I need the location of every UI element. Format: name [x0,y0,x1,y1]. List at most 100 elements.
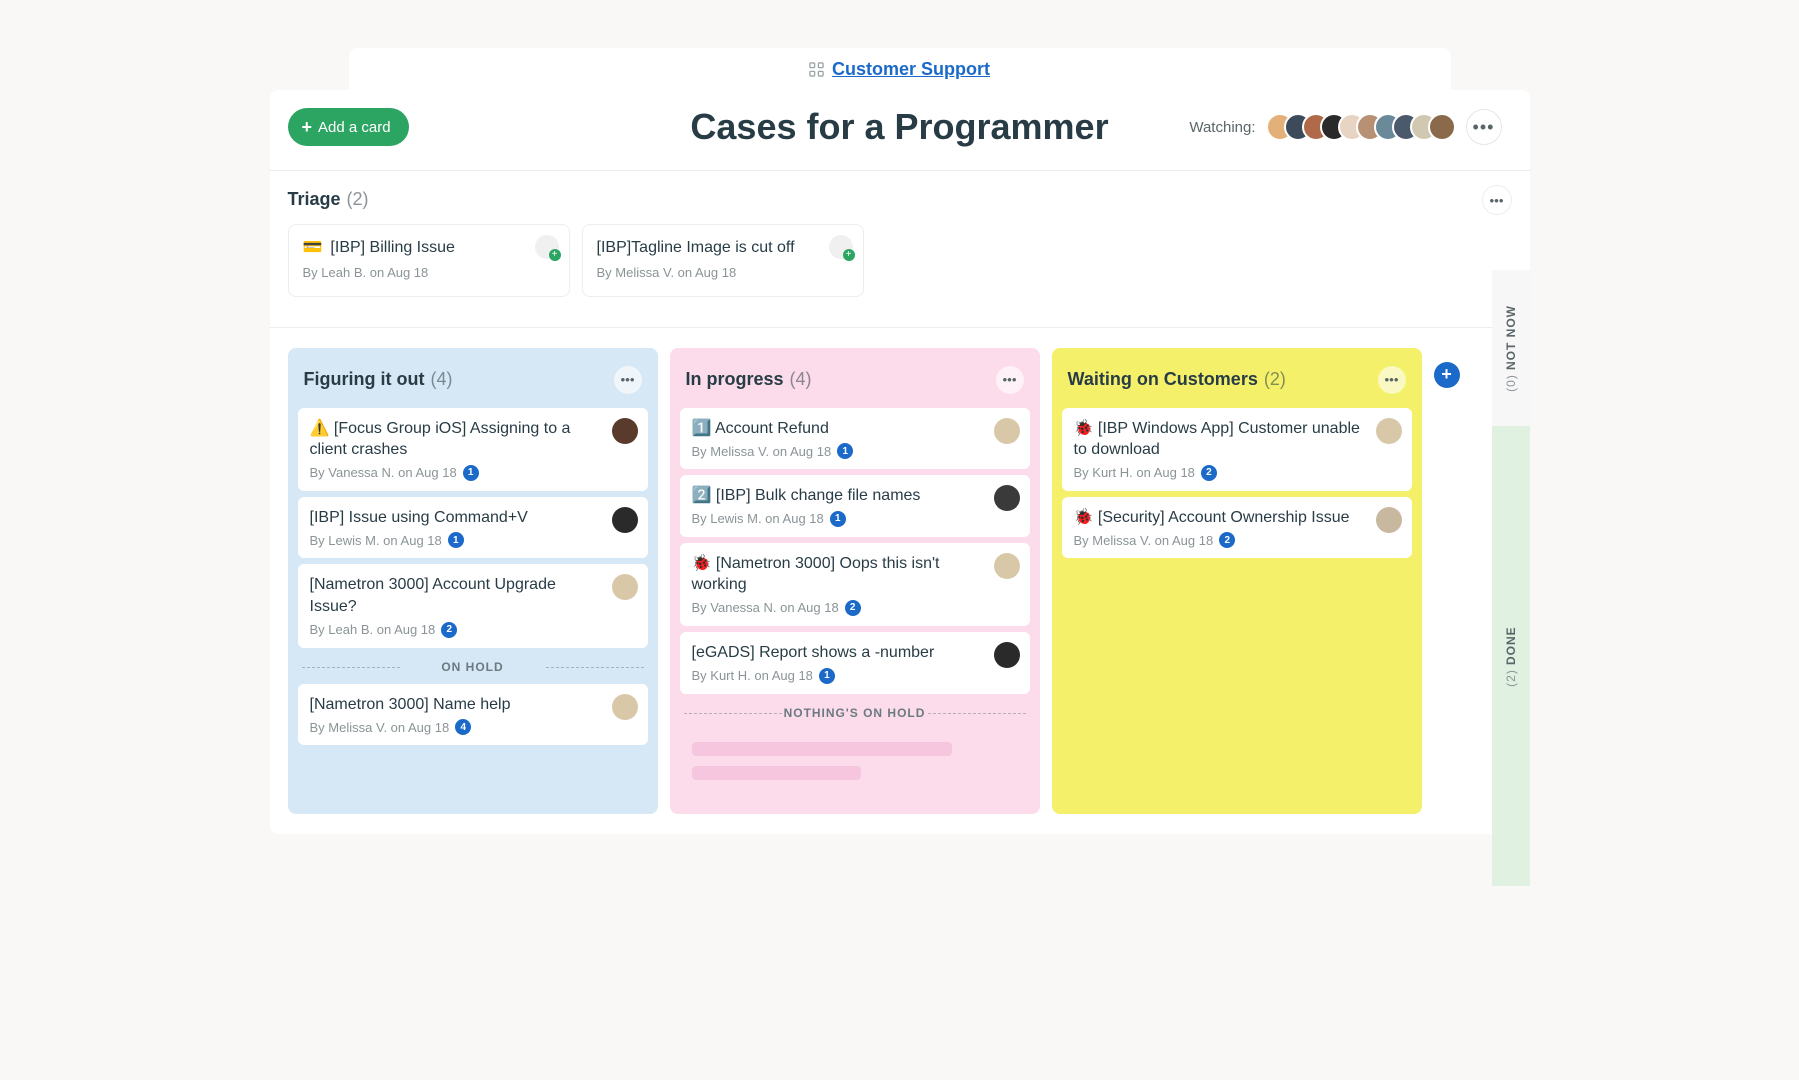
card-meta: By Melissa V. on Aug 18 1 [692,443,1018,459]
column-more-button[interactable]: ••• [1378,366,1406,394]
triage-cards: 💳 [IBP] Billing Issue By Leah B. on Aug … [288,224,1512,297]
board-header: + Add a card Cases for a Programmer Watc… [270,90,1530,170]
board-card[interactable]: [IBP] Issue using Command+V By Lewis M. … [298,497,648,559]
comment-count-badge: 4 [455,719,471,735]
board-card[interactable]: [eGADS] Report shows a -number By Kurt H… [680,632,1030,694]
rail-notnow-label: NOT NOW [1504,306,1518,371]
page-title: Cases for a Programmer [690,106,1108,148]
triage-more-button[interactable]: ••• [1482,185,1512,215]
triage-label-text: Triage [288,189,341,210]
nothing-on-hold-divider: NOTHING'S ON HOLD [680,706,1030,720]
avatar [612,574,638,600]
add-card-button[interactable]: + Add a card [288,108,409,146]
comment-count-badge: 1 [448,532,464,548]
avatar [1376,418,1402,444]
card-meta: By Lewis M. on Aug 18 1 [692,511,1018,527]
card-meta: By Melissa V. on Aug 18 2 [1074,532,1400,548]
triage-card[interactable]: 💳 [IBP] Billing Issue By Leah B. on Aug … [288,224,570,297]
grid-icon [809,62,824,77]
add-card-label: Add a card [318,119,391,136]
comment-count-badge: 2 [845,600,861,616]
rail-done[interactable]: (2) DONE [1492,426,1530,886]
column-pink: In progress(4) ••• 1️⃣ Account Refund By… [670,348,1040,814]
card-emoji-icon: 1️⃣ [692,420,712,437]
breadcrumb-link[interactable]: Customer Support [832,59,990,80]
card-emoji-icon: 2️⃣ [692,487,712,504]
card-meta: By Kurt H. on Aug 18 1 [692,668,1018,684]
comment-count-badge: 1 [819,668,835,684]
board-card[interactable]: [Nametron 3000] Account Upgrade Issue? B… [298,564,648,647]
placeholder [680,734,1030,798]
avatar [612,418,638,444]
card-emoji-icon: 🐞 [692,555,712,572]
card-emoji-icon: 💳 [303,237,323,259]
comment-count-badge: 1 [830,511,846,527]
avatar [994,553,1020,579]
triage-section: Triage (2) ••• 💳 [IBP] Billing Issue By … [270,170,1530,327]
assign-icon[interactable] [535,235,559,259]
columns: Figuring it out(4) ••• ⚠️ [Focus Group i… [270,327,1530,834]
avatar [994,642,1020,668]
card-title: [Nametron 3000] Account Upgrade Issue? [310,574,636,617]
column-header: Waiting on Customers(2) ••• [1062,360,1412,408]
board: + Add a card Cases for a Programmer Watc… [270,90,1530,834]
card-title: 💳 [IBP] Billing Issue [303,237,555,259]
column-more-button[interactable]: ••• [996,366,1024,394]
board-card[interactable]: 🐞 [Nametron 3000] Oops this isn't workin… [680,543,1030,626]
card-title: [eGADS] Report shows a -number [692,642,1018,664]
card-title: 🐞 [Security] Account Ownership Issue [1074,507,1400,529]
card-title: [IBP]Tagline Image is cut off [597,237,849,259]
column-yellow: Waiting on Customers(2) ••• 🐞 [IBP Windo… [1052,348,1422,814]
plus-icon: + [302,118,313,136]
board-more-button[interactable]: ••• [1466,109,1502,145]
column-title: Figuring it out(4) [304,369,453,390]
avatar-stack[interactable] [1266,113,1456,141]
card-emoji-icon: 🐞 [1074,509,1094,526]
column-blue: Figuring it out(4) ••• ⚠️ [Focus Group i… [288,348,658,814]
column-title: Waiting on Customers(2) [1068,369,1286,390]
board-card[interactable]: 2️⃣ [IBP] Bulk change file names By Lewi… [680,475,1030,537]
card-meta: By Kurt H. on Aug 18 2 [1074,465,1400,481]
card-meta: By Leah B. on Aug 18 2 [310,622,636,638]
assign-icon[interactable] [829,235,853,259]
rail-done-count: (2) [1503,670,1517,688]
card-title: 🐞 [IBP Windows App] Customer unable to d… [1074,418,1400,461]
watching-label: Watching: [1189,119,1255,136]
column-more-button[interactable]: ••• [614,366,642,394]
avatar [612,507,638,533]
card-title: [IBP] Issue using Command+V [310,507,636,529]
comment-count-badge: 1 [463,465,479,481]
triage-card[interactable]: [IBP]Tagline Image is cut off By Melissa… [582,224,864,297]
board-card[interactable]: ⚠️ [Focus Group iOS] Assigning to a clie… [298,408,648,491]
card-title: 1️⃣ Account Refund [692,418,1018,440]
avatar [612,694,638,720]
avatar [1376,507,1402,533]
avatar [994,418,1020,444]
rail-notnow-count: (0) [1503,375,1517,393]
card-meta: By Melissa V. on Aug 18 4 [310,719,636,735]
card-meta: By Vanessa N. on Aug 18 1 [310,465,636,481]
add-column-button[interactable]: + [1434,362,1460,388]
card-title: 🐞 [Nametron 3000] Oops this isn't workin… [692,553,1018,596]
avatar [994,485,1020,511]
rail-notnow[interactable]: (0) NOT NOW [1492,270,1530,426]
rail-done-label: DONE [1504,627,1518,666]
board-card[interactable]: 🐞 [IBP Windows App] Customer unable to d… [1062,408,1412,491]
card-meta: By Vanessa N. on Aug 18 2 [692,600,1018,616]
comment-count-badge: 2 [1219,532,1235,548]
on-hold-divider: ON HOLD [298,660,648,674]
card-title: 2️⃣ [IBP] Bulk change file names [692,485,1018,507]
card-meta: By Leah B. on Aug 18 [303,265,555,280]
triage-label: Triage (2) [288,189,1512,210]
board-card[interactable]: [Nametron 3000] Name help By Melissa V. … [298,684,648,746]
comment-count-badge: 1 [837,443,853,459]
comment-count-badge: 2 [1201,465,1217,481]
triage-count: (2) [347,189,369,210]
card-emoji-icon: ⚠️ [310,420,330,437]
column-title: In progress(4) [686,369,812,390]
board-card[interactable]: 🐞 [Security] Account Ownership Issue By … [1062,497,1412,559]
column-header: Figuring it out(4) ••• [298,360,648,408]
card-title: ⚠️ [Focus Group iOS] Assigning to a clie… [310,418,636,461]
board-card[interactable]: 1️⃣ Account Refund By Melissa V. on Aug … [680,408,1030,470]
card-meta: By Lewis M. on Aug 18 1 [310,532,636,548]
